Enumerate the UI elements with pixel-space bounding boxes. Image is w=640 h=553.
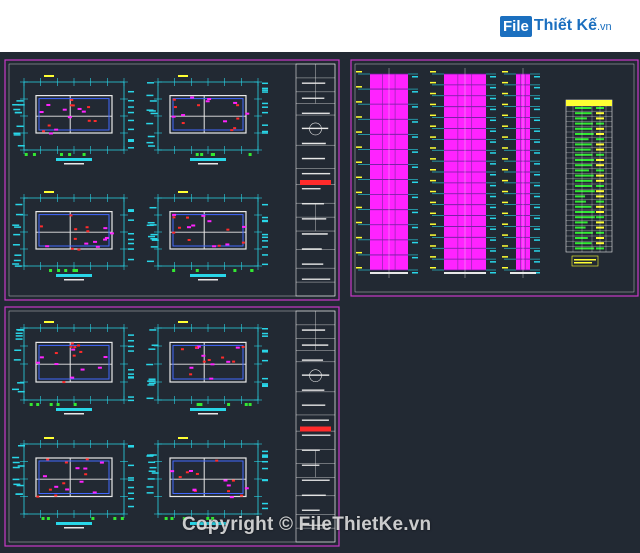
plan-1b xyxy=(146,75,268,165)
copyright-watermark: Copyright © FileThietKe.vn xyxy=(182,514,432,535)
plan-3b xyxy=(146,321,268,415)
plan-1c xyxy=(12,191,134,281)
schedule-note xyxy=(571,255,599,267)
plan-3a xyxy=(12,321,134,415)
plan-1a xyxy=(12,75,134,165)
plan-1d xyxy=(146,191,268,281)
plan-3c xyxy=(12,437,134,529)
cad-drawing xyxy=(4,59,639,547)
